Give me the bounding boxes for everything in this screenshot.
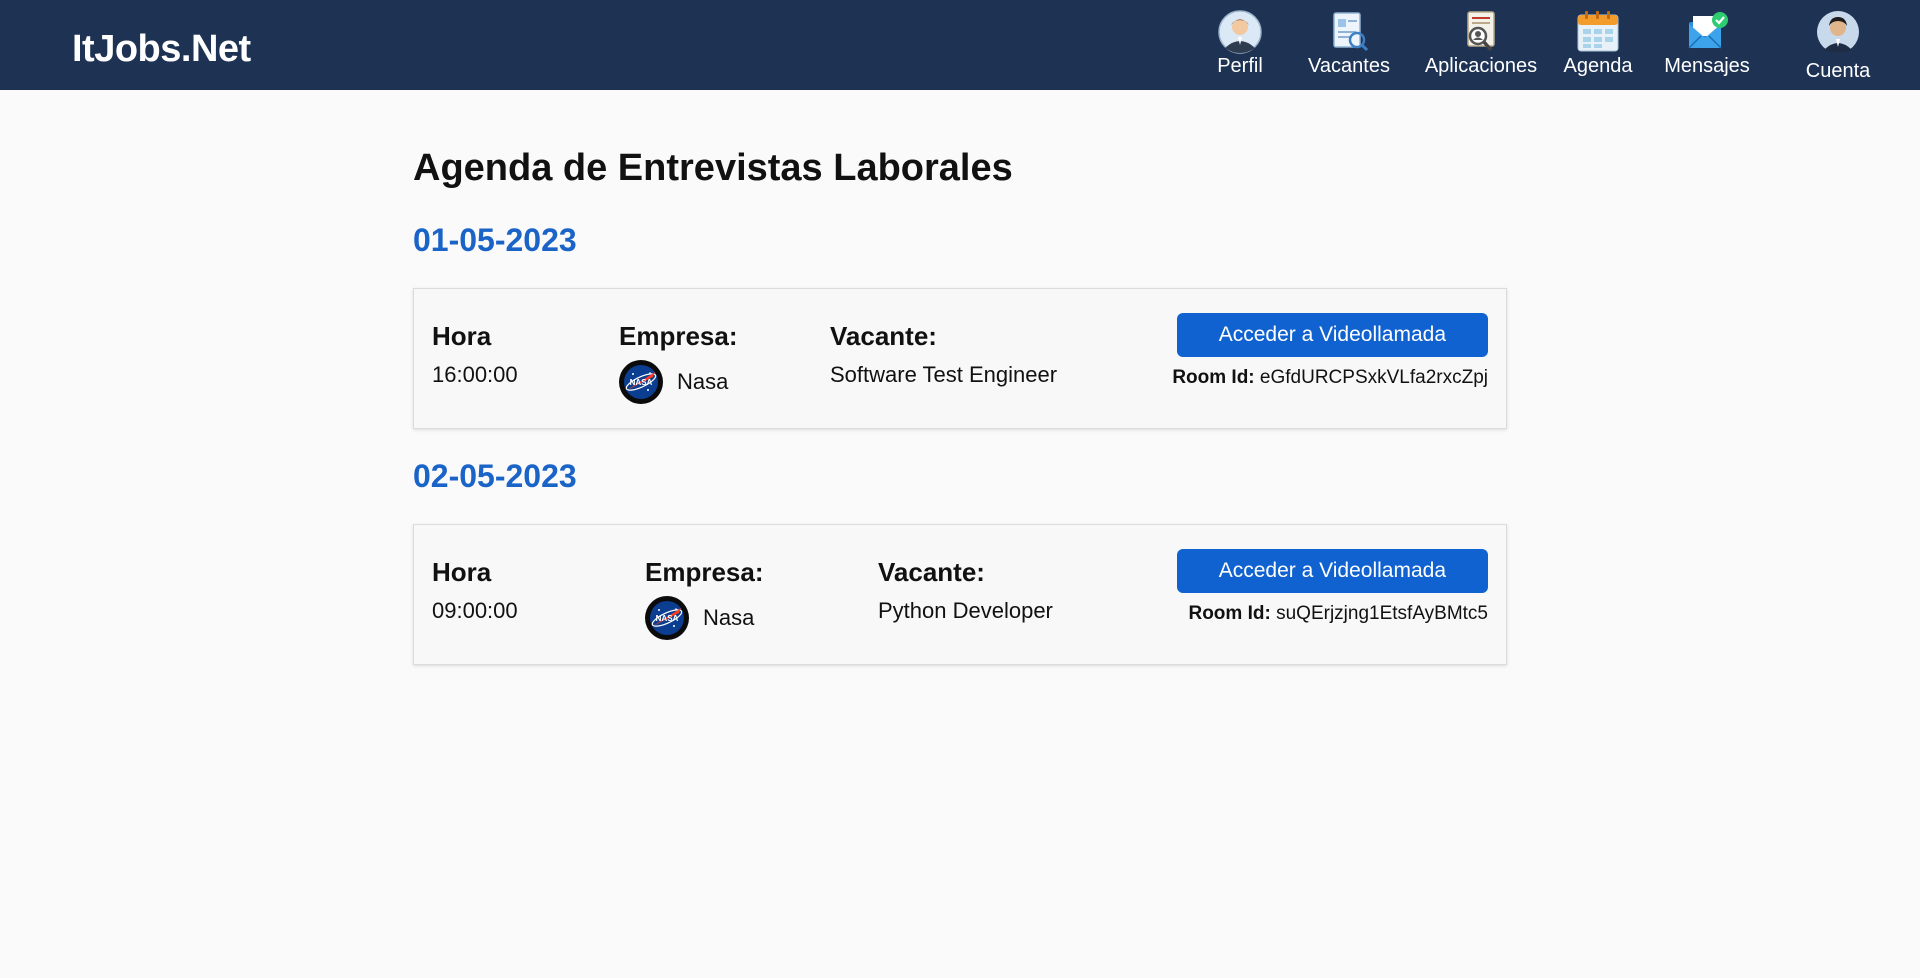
company-label: Empresa:: [619, 321, 738, 351]
svg-text:NASA: NASA: [656, 614, 679, 623]
page-title: Agenda de Entrevistas Laborales: [413, 147, 1013, 189]
join-video-call-button[interactable]: Acceder a Videollamada: [1176, 313, 1488, 357]
nav-item-agenda[interactable]: Agenda: [1538, 10, 1658, 78]
vacancies-icon: [1333, 12, 1369, 52]
vacancy-label: Vacante:: [830, 321, 937, 351]
profile-icon: [1218, 10, 1262, 54]
interview-card: Hora 09:00:00 Empresa: NASA Nasa Vacante…: [413, 524, 1507, 665]
brand-logo[interactable]: ItJobs.Net: [72, 28, 251, 71]
room-id: Room Id: suQErjzjng1EtsfAyBMtc5: [1188, 603, 1488, 625]
company-label: Empresa:: [645, 557, 764, 587]
nav-label: Perfil: [1217, 55, 1263, 77]
time-column: Hora 16:00:00: [432, 321, 518, 388]
nav-item-aplicaciones[interactable]: Aplicaciones: [1421, 10, 1541, 78]
nav-item-cuenta[interactable]: Cuenta: [1778, 10, 1898, 83]
room-id: Room Id: eGfdURCPSxkVLfa2rxcZpj: [1172, 367, 1488, 389]
top-navbar: ItJobs.Net Perfil Vacantes Aplicaciones …: [0, 0, 1920, 90]
interview-card: Hora 16:00:00 Empresa: NASA Nasa Vacante…: [413, 288, 1507, 429]
nav-item-perfil[interactable]: Perfil: [1180, 10, 1300, 78]
nav-label: Agenda: [1563, 55, 1633, 77]
room-id-value: eGfdURCPSxkVLfa2rxcZpj: [1259, 367, 1488, 388]
vacancy-column: Vacante: Software Test Engineer: [830, 321, 1057, 388]
interview-time: 16:00:00: [432, 362, 518, 387]
vacancy-title: Python Developer: [878, 598, 1053, 623]
time-label: Hora: [432, 557, 492, 587]
call-actions: Acceder a Videollamada Room Id: eGfdURCP…: [1172, 313, 1488, 389]
applications-icon: [1467, 11, 1495, 52]
calendar-icon: [1577, 11, 1619, 52]
room-id-label: Room Id:: [1172, 367, 1255, 388]
date-heading: 02-05-2023: [413, 458, 577, 494]
nasa-logo-icon: NASA: [645, 596, 689, 640]
company-name: Nasa: [703, 605, 755, 630]
company-name: Nasa: [677, 369, 729, 394]
vacancy-label: Vacante:: [878, 557, 985, 587]
nav-item-mensajes[interactable]: Mensajes: [1647, 10, 1767, 78]
room-id-label: Room Id:: [1188, 603, 1271, 624]
vacancy-column: Vacante: Python Developer: [878, 557, 1053, 624]
time-label: Hora: [432, 321, 492, 351]
messages-icon: [1688, 12, 1728, 49]
nav-label: Cuenta: [1805, 60, 1871, 82]
company-column: Empresa: NASA Nasa: [619, 321, 738, 404]
account-avatar-icon: [1817, 11, 1859, 53]
nav-label: Aplicaciones: [1424, 55, 1538, 77]
nav-label: Mensajes: [1664, 55, 1750, 77]
nav-label: Vacantes: [1308, 55, 1390, 77]
join-video-call-button[interactable]: Acceder a Videollamada: [1176, 549, 1488, 593]
room-id-value: suQErjzjng1EtsfAyBMtc5: [1276, 603, 1488, 624]
nav-item-vacantes[interactable]: Vacantes: [1289, 10, 1409, 78]
svg-text:NASA: NASA: [630, 378, 653, 387]
call-actions: Acceder a Videollamada Room Id: suQErjzj…: [1176, 549, 1488, 625]
company-column: Empresa: NASA Nasa: [645, 557, 764, 640]
vacancy-title: Software Test Engineer: [830, 362, 1058, 387]
date-heading: 01-05-2023: [413, 222, 577, 258]
time-column: Hora 09:00:00: [432, 557, 518, 624]
interview-time: 09:00:00: [432, 598, 518, 623]
nasa-logo-icon: NASA: [619, 360, 663, 404]
